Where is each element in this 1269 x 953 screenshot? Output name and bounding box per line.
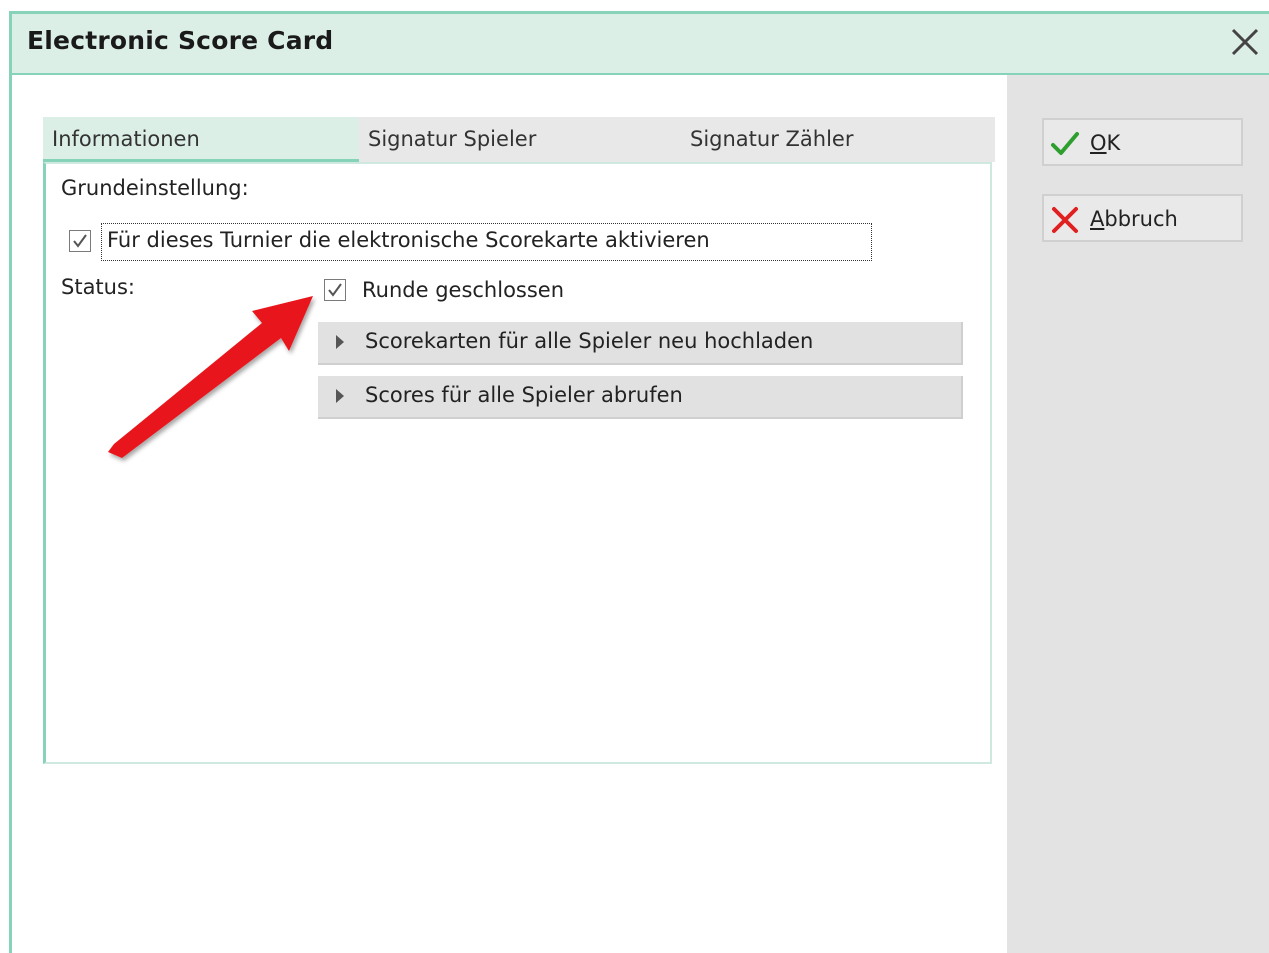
tab-strip: Informationen Signatur Spieler Signatur … xyxy=(43,117,995,162)
ok-button[interactable]: OK xyxy=(1042,118,1243,166)
section-label: Grundeinstellung: xyxy=(61,176,249,200)
checkmark-icon xyxy=(328,283,342,297)
status-label: Status: xyxy=(61,275,135,299)
dialog-window: Electronic Score Card Informationen Sign… xyxy=(9,11,1269,953)
tab-label: Signatur Spieler xyxy=(368,127,537,151)
cancel-button[interactable]: Abbruch xyxy=(1042,194,1243,242)
triangle-right-icon xyxy=(336,335,344,349)
upload-scorecards-label: Scorekarten für alle Spieler neu hochlad… xyxy=(365,329,814,353)
fetch-scores-button[interactable]: Scores für alle Spieler abrufen xyxy=(318,376,963,419)
round-closed-checkbox[interactable] xyxy=(324,279,346,301)
x-icon xyxy=(1052,207,1078,233)
action-pane: OK Abbruch xyxy=(1007,75,1269,953)
checkmark-icon xyxy=(73,234,87,248)
tab-informationen[interactable]: Informationen xyxy=(43,117,359,162)
informationen-panel: Grundeinstellung: Für dieses Turnier die… xyxy=(43,162,992,764)
tab-label: Signatur Zähler xyxy=(690,127,854,151)
cancel-label: Abbruch xyxy=(1090,207,1178,231)
check-icon xyxy=(1051,132,1079,155)
tab-label: Informationen xyxy=(52,127,200,151)
enable-scorecard-checkbox[interactable] xyxy=(69,230,91,252)
window-title: Electronic Score Card xyxy=(27,26,334,55)
triangle-right-icon xyxy=(336,389,344,403)
ok-label-rest: K xyxy=(1106,131,1121,155)
ok-label: OK xyxy=(1090,131,1120,155)
cancel-label-rest: bbruch xyxy=(1104,207,1178,231)
fetch-scores-label: Scores für alle Spieler abrufen xyxy=(365,383,683,407)
enable-scorecard-label[interactable]: Für dieses Turnier die elektronische Sco… xyxy=(107,228,710,252)
upload-scorecards-button[interactable]: Scorekarten für alle Spieler neu hochlad… xyxy=(318,322,963,365)
tab-signatur-spieler[interactable]: Signatur Spieler xyxy=(359,117,681,162)
close-icon[interactable] xyxy=(1227,24,1263,60)
cancel-mnemonic: A xyxy=(1090,207,1105,231)
ok-mnemonic: O xyxy=(1090,131,1107,155)
title-bar: Electronic Score Card xyxy=(12,14,1269,75)
tab-signatur-zaehler[interactable]: Signatur Zähler xyxy=(681,117,995,162)
round-closed-label[interactable]: Runde geschlossen xyxy=(362,278,564,302)
